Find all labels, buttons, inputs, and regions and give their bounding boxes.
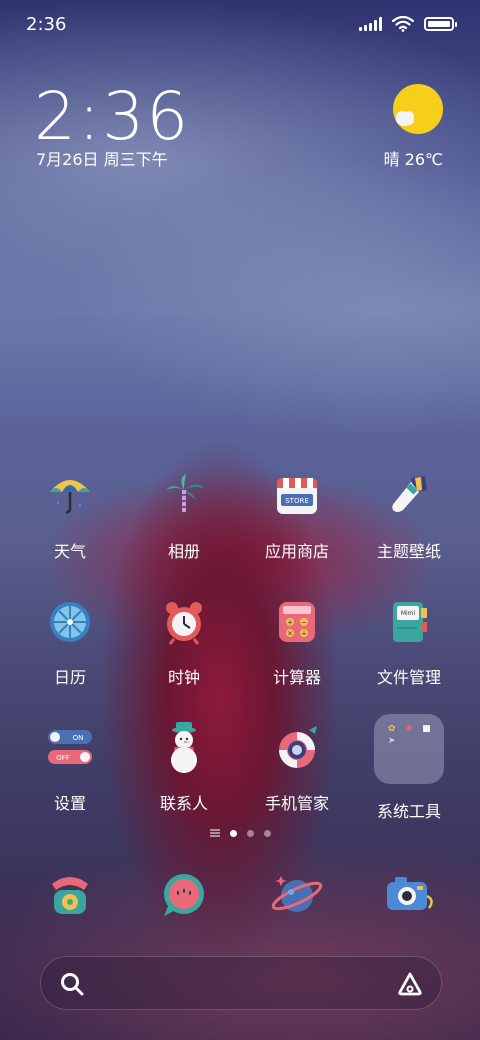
app-label: 计算器 — [272, 668, 321, 687]
svg-text:÷: ÷ — [301, 630, 307, 638]
clock-widget-time[interactable]: 2:36 — [34, 78, 190, 155]
status-bar: 2:36 — [0, 0, 480, 50]
wifi-icon — [392, 16, 414, 32]
camera-icon — [379, 866, 439, 926]
search-icon[interactable] — [59, 971, 85, 997]
clock-widget-date[interactable]: 7月26日 周三下午 — [36, 146, 168, 170]
app-label: 时钟 — [167, 668, 200, 687]
snowman-contacts-icon — [156, 720, 212, 776]
status-time: 2:36 — [26, 14, 67, 35]
watermelon-message-icon — [154, 866, 214, 926]
planet-browser-icon — [267, 866, 327, 926]
lifebuoy-security-icon — [269, 720, 325, 776]
page-dot-active[interactable] — [229, 829, 237, 837]
app-label: 主题壁纸 — [376, 542, 441, 561]
store-icon: STORE — [269, 468, 325, 524]
app-label: 设置 — [53, 794, 86, 813]
app-label: 天气 — [53, 542, 86, 561]
dock-camera[interactable] — [352, 866, 466, 926]
app-file-manager[interactable]: Mimi 文件管理 — [352, 594, 466, 688]
app-label: 文件管理 — [376, 668, 441, 687]
app-contacts[interactable]: 联系人 — [127, 720, 241, 814]
app-label: 系统工具 — [376, 802, 441, 821]
folder-icon: ✿ ❀ ■ ➤ — [374, 714, 444, 784]
app-calendar[interactable]: 日历 — [13, 594, 127, 688]
page-indicator[interactable] — [0, 829, 480, 837]
list-view-icon[interactable] — [209, 829, 220, 837]
palm-tree-gallery-icon — [156, 468, 212, 524]
toggle-off-text: OFF — [56, 754, 70, 762]
toggle-settings-icon: ON OFF — [42, 720, 98, 776]
page-dot[interactable] — [246, 829, 254, 837]
app-themes[interactable]: 主题壁纸 — [352, 468, 466, 562]
app-weather[interactable]: 天气 — [13, 468, 127, 562]
search-bar[interactable] — [40, 956, 442, 1010]
toggle-on-text: ON — [73, 734, 84, 742]
svg-text:STORE: STORE — [285, 497, 309, 505]
rotary-phone-icon — [40, 866, 100, 926]
app-security[interactable]: 手机管家 — [240, 720, 354, 814]
assistant-icon[interactable] — [397, 971, 423, 997]
app-label: 相册 — [167, 542, 200, 561]
app-system-tools[interactable]: ✿ ❀ ■ ➤ 系统工具 — [352, 714, 466, 822]
app-clock[interactable]: 时钟 — [127, 594, 241, 688]
status-icons — [359, 16, 457, 32]
app-calculator[interactable]: + − × ÷ 计算器 — [240, 594, 354, 688]
page-dot[interactable] — [263, 829, 271, 837]
svg-text:Mimi: Mimi — [401, 610, 416, 617]
app-settings[interactable]: ON OFF 设置 — [13, 720, 127, 814]
dock-phone[interactable] — [13, 866, 127, 926]
calculator-icon: + − × ÷ — [269, 594, 325, 650]
svg-text:+: + — [287, 619, 293, 627]
umbrella-weather-icon — [42, 468, 98, 524]
battery-icon — [424, 17, 457, 31]
app-gallery[interactable]: 相册 — [127, 468, 241, 562]
svg-text:−: − — [301, 619, 307, 627]
app-label: 联系人 — [159, 794, 208, 813]
app-label: 手机管家 — [264, 794, 329, 813]
dock-browser[interactable] — [240, 866, 354, 926]
notebook-files-icon: Mimi — [381, 594, 437, 650]
dock-messages[interactable] — [127, 866, 241, 926]
lemon-calendar-icon — [42, 594, 98, 650]
app-label: 日历 — [53, 668, 86, 687]
signal-icon — [359, 17, 382, 31]
paint-brush-icon — [381, 468, 437, 524]
app-store[interactable]: STORE 应用商店 — [240, 468, 354, 562]
alarm-clock-icon — [156, 594, 212, 650]
app-label: 应用商店 — [264, 542, 329, 561]
sunny-cloud-icon[interactable] — [390, 84, 444, 136]
svg-text:×: × — [287, 630, 293, 638]
weather-text[interactable]: 晴 26℃ — [384, 146, 443, 170]
